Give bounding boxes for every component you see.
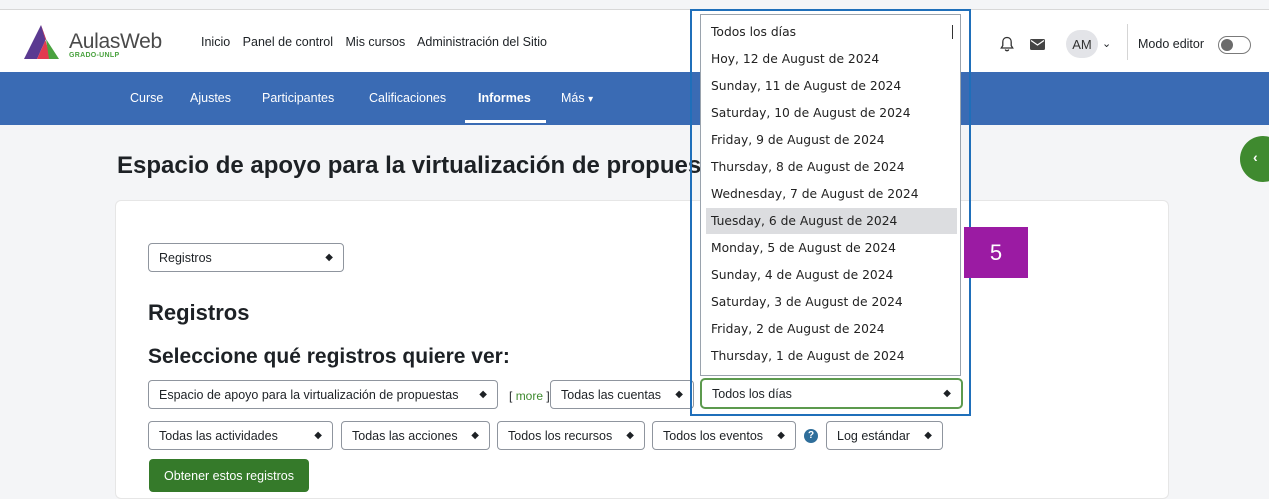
event-select[interactable]: Todos los eventos ◆ — [652, 421, 796, 450]
day-option[interactable]: Thursday, 1 de August de 2024 — [706, 343, 957, 369]
more-link[interactable]: more — [516, 389, 543, 403]
active-tab-indicator — [465, 120, 546, 123]
day-option[interactable]: Friday, 9 de August de 2024 — [706, 127, 957, 153]
user-select[interactable]: Todas las cuentas ◆ — [550, 380, 694, 409]
sort-arrows-icon: ◆ — [626, 430, 634, 441]
nav-mis-cursos[interactable]: Mis cursos — [346, 35, 406, 49]
tab-ajustes[interactable]: Ajustes — [190, 91, 231, 105]
day-option-highlighted[interactable]: Tuesday, 6 de August de 2024 — [706, 208, 957, 234]
day-option[interactable]: Friday, 2 de August de 2024 — [706, 316, 957, 342]
day-option[interactable]: Saturday, 3 de August de 2024 — [706, 289, 957, 315]
annotation-badge: 5 — [964, 227, 1028, 278]
tab-calificaciones[interactable]: Calificaciones — [369, 91, 446, 105]
more-link-wrapper: [ more ] — [509, 389, 550, 403]
sort-arrows-icon: ◆ — [314, 430, 322, 441]
nav-administracion[interactable]: Administración del Sitio — [417, 35, 547, 49]
section-subheading: Seleccione qué registros quiere ver: — [148, 345, 510, 368]
toggle-knob — [1221, 39, 1233, 51]
day-option[interactable]: Saturday, 10 de August de 2024 — [706, 100, 957, 126]
course-secondary-nav: Curse Ajustes Participantes Calificacion… — [0, 72, 1269, 125]
resource-select[interactable]: Todos los recursos ◆ — [497, 421, 645, 450]
sort-arrows-icon: ◆ — [325, 252, 333, 263]
open-drawer-button[interactable]: ‹ — [1240, 136, 1269, 182]
chevron-down-icon: ▾ — [588, 94, 594, 105]
day-option[interactable]: Wednesday, 7 de August de 2024 — [706, 181, 957, 207]
sort-arrows-icon: ◆ — [675, 389, 683, 400]
avatar[interactable]: AM — [1066, 30, 1098, 58]
nav-inicio[interactable]: Inicio — [201, 35, 230, 49]
bell-icon[interactable] — [1000, 36, 1014, 52]
day-select[interactable]: Todos los días ◆ — [700, 378, 963, 409]
day-option[interactable]: Sunday, 11 de August de 2024 — [706, 73, 957, 99]
envelope-icon[interactable] — [1030, 38, 1045, 50]
primary-nav: Inicio Panel de control Mis cursos Admin… — [201, 35, 556, 49]
nav-panel-de-control[interactable]: Panel de control — [243, 35, 333, 49]
day-option[interactable]: Hoy, 12 de August de 2024 — [706, 46, 957, 72]
sort-arrows-icon: ◆ — [943, 388, 951, 399]
navbar-divider — [1127, 24, 1128, 60]
chevron-left-icon: ‹ — [1253, 149, 1258, 165]
sort-arrows-icon: ◆ — [924, 430, 932, 441]
sort-arrows-icon: ◆ — [471, 430, 479, 441]
top-navbar: AulasWeb GRADO-UNLP Inicio Panel de cont… — [0, 9, 1269, 74]
report-type-select[interactable]: Registros ◆ — [148, 243, 344, 272]
sort-arrows-icon: ◆ — [777, 430, 785, 441]
tab-participantes[interactable]: Participantes — [262, 91, 334, 105]
day-option[interactable]: Monday, 5 de August de 2024 — [706, 235, 957, 261]
aulasweb-logo-icon[interactable] — [21, 24, 61, 60]
day-option[interactable]: Sunday, 4 de August de 2024 — [706, 262, 957, 288]
day-option[interactable]: Todos los días — [706, 19, 957, 45]
brand-subtitle: GRADO-UNLP — [69, 52, 120, 59]
activity-select[interactable]: Todas las actividades ◆ — [148, 421, 333, 450]
tab-curse[interactable]: Curse — [130, 91, 163, 105]
help-icon[interactable]: ? — [804, 429, 818, 443]
text-cursor — [952, 25, 953, 39]
get-logs-button[interactable]: Obtener estos registros — [149, 459, 309, 492]
log-type-select[interactable]: Log estándar ◆ — [826, 421, 943, 450]
tab-informes[interactable]: Informes — [478, 91, 531, 105]
course-select[interactable]: Espacio de apoyo para la virtualización … — [148, 380, 498, 409]
sort-arrows-icon: ◆ — [479, 389, 487, 400]
action-select[interactable]: Todas las acciones ◆ — [341, 421, 490, 450]
page-title: Espacio de apoyo para la virtualización … — [117, 152, 702, 179]
tab-mas[interactable]: Más ▾ — [561, 91, 593, 105]
section-heading: Registros — [148, 300, 250, 325]
brand-name: AulasWeb — [69, 30, 162, 53]
day-dropdown-list: Todos los días Hoy, 12 de August de 2024… — [700, 14, 961, 376]
chevron-down-icon[interactable]: ⌄ — [1102, 37, 1111, 50]
day-option[interactable]: Thursday, 8 de August de 2024 — [706, 154, 957, 180]
editor-mode-toggle[interactable] — [1218, 36, 1251, 54]
editor-mode-label: Modo editor — [1138, 37, 1205, 51]
